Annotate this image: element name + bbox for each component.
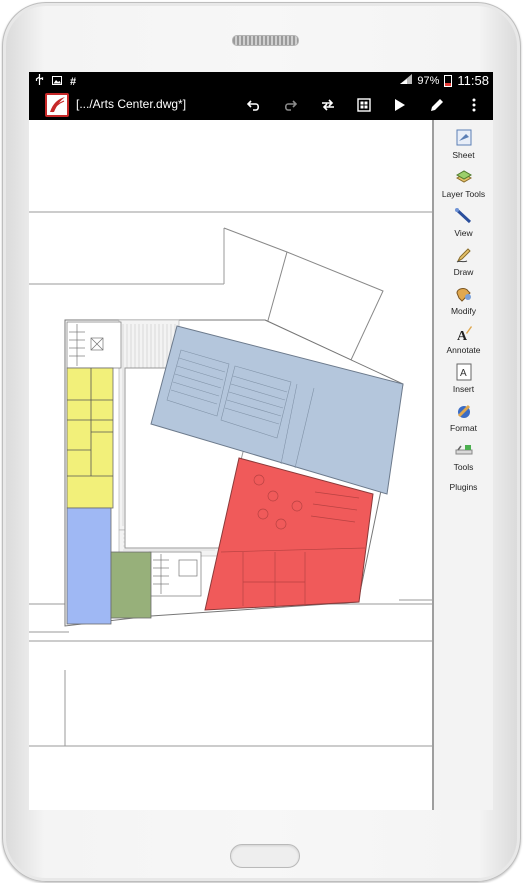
screen: # 97% 11:58 [.../Arts Center.dwg*] Sheet… — [29, 72, 493, 810]
swap-icon[interactable] — [313, 90, 343, 120]
tool-format[interactable]: Format — [434, 402, 493, 433]
format-icon — [457, 404, 470, 418]
usb-icon — [35, 74, 44, 89]
home-button[interactable] — [230, 844, 300, 868]
app-logo-icon[interactable] — [45, 93, 69, 117]
tool-plugins[interactable]: Plugins — [434, 482, 493, 492]
svg-text:A: A — [457, 329, 468, 342]
offices-zone — [66, 367, 114, 509]
overflow-menu-icon[interactable] — [459, 90, 489, 120]
clock: 11:58 — [457, 73, 489, 88]
tool-tools[interactable]: Tools — [434, 441, 493, 472]
tool-annotate[interactable]: A Annotate — [434, 324, 493, 355]
tool-label: Modify — [450, 306, 477, 316]
tool-label: Sheet — [452, 150, 475, 160]
undo-icon[interactable] — [239, 90, 269, 120]
tool-label: Insert — [452, 384, 475, 394]
file-name: [.../Arts Center.dwg*] — [76, 97, 187, 111]
tool-label: Annotate — [446, 345, 481, 355]
tool-label: Layer Tools — [441, 189, 486, 199]
tool-draw[interactable]: Draw — [434, 246, 493, 277]
green-block-zone — [110, 551, 152, 619]
modify-icon — [455, 288, 471, 302]
tool-insert[interactable]: A Insert — [434, 363, 493, 394]
status-bar: # 97% 11:58 — [29, 72, 493, 90]
svg-text:A: A — [460, 368, 467, 379]
tool-label: Draw — [453, 267, 474, 277]
insert-icon: A — [456, 363, 471, 381]
floor-plan-drawing[interactable] — [29, 120, 432, 810]
tool-panel: Sheet Layer Tools View Draw Modify A Ann… — [432, 120, 493, 810]
battery-icon — [444, 74, 453, 87]
tool-label: Format — [450, 423, 477, 433]
blue-block-zone — [66, 507, 112, 625]
layer-tools-icon — [455, 170, 472, 183]
tool-label: Tools — [453, 462, 474, 472]
draw-icon — [456, 248, 471, 263]
tool-view[interactable]: View — [434, 207, 493, 238]
image-icon — [52, 75, 62, 89]
annotate-icon: A — [457, 326, 472, 342]
sheet-icon — [456, 129, 471, 146]
tool-layer-tools[interactable]: Layer Tools — [434, 168, 493, 199]
battery-percent: 97% — [417, 74, 440, 87]
action-bar: [.../Arts Center.dwg*] — [29, 90, 493, 120]
drawing-canvas[interactable] — [29, 120, 432, 810]
tool-sheet[interactable]: Sheet — [434, 129, 493, 160]
play-icon[interactable] — [385, 90, 415, 120]
redo-icon[interactable] — [275, 90, 305, 120]
tool-label: View — [454, 228, 473, 238]
earpiece-speaker — [232, 35, 299, 46]
pen-icon[interactable] — [422, 90, 452, 120]
hash-icon: # — [70, 75, 77, 88]
tool-modify[interactable]: Modify — [434, 285, 493, 316]
view-icon — [454, 208, 471, 224]
signal-icon — [400, 73, 413, 88]
grid-icon[interactable] — [349, 90, 379, 120]
tools-icon — [455, 445, 472, 455]
